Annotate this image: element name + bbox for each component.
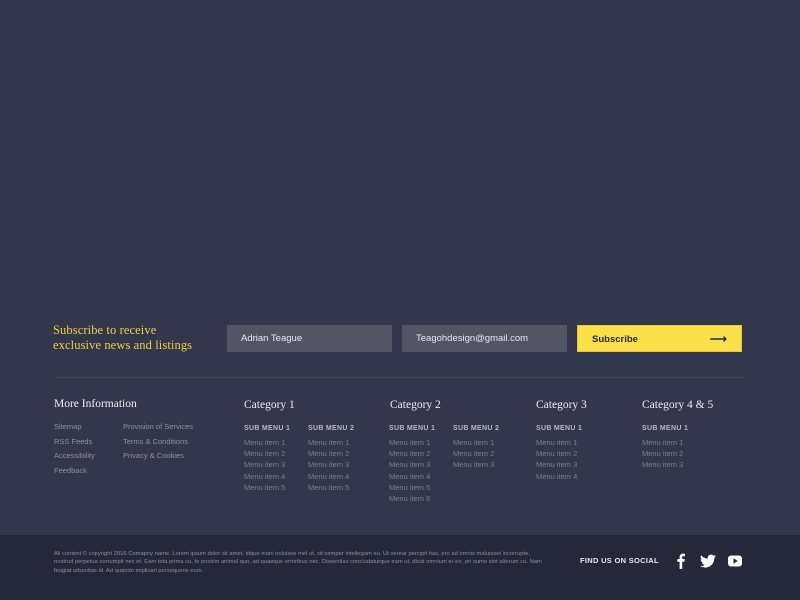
menu-item[interactable]: Menu item 1 bbox=[389, 437, 430, 448]
arrow-right-icon: ⟶ bbox=[709, 332, 727, 346]
subscribe-heading-line2: exclusive news and listings bbox=[53, 338, 193, 352]
category-2-submenu-2-list: Menu item 1 Menu item 2 Menu item 3 bbox=[453, 437, 494, 471]
menu-item[interactable]: Menu item 3 bbox=[389, 459, 430, 470]
category-2-submenu-1-list: Menu item 1 Menu item 2 Menu item 3 Menu… bbox=[389, 437, 430, 504]
category-1-submenu-2-list: Menu item 1 Menu item 2 Menu item 3 Menu… bbox=[308, 437, 349, 493]
category-3-submenu-1-list: Menu item 1 Menu item 2 Menu item 3 Menu… bbox=[536, 437, 577, 482]
menu-item[interactable]: Menu item 1 bbox=[453, 437, 494, 448]
menu-item[interactable]: Menu item 2 bbox=[308, 448, 349, 459]
menu-item[interactable]: Menu item 5 bbox=[308, 482, 349, 493]
menu-item[interactable]: Menu item 4 bbox=[244, 471, 285, 482]
link-privacy-cookies[interactable]: Privacy & Cookies bbox=[123, 449, 193, 464]
menu-item[interactable]: Menu item 5 bbox=[244, 482, 285, 493]
category-1-submenu-1-title: SUB MENU 1 bbox=[244, 425, 291, 432]
category-4-5-submenu-1-title: SUB MENU 1 bbox=[642, 425, 689, 432]
menu-item[interactable]: Menu item 1 bbox=[308, 437, 349, 448]
menu-item[interactable]: Menu item 4 bbox=[389, 471, 430, 482]
link-terms-conditions[interactable]: Terms & Conditions bbox=[123, 435, 193, 450]
more-information-title: More Information bbox=[54, 398, 137, 410]
category-2-title: Category 2 bbox=[390, 399, 441, 411]
category-1-submenu-2-title: SUB MENU 2 bbox=[308, 425, 355, 432]
menu-item[interactable]: Menu item 4 bbox=[536, 471, 577, 482]
social-label: FIND US ON SOCIAL bbox=[580, 556, 659, 565]
link-rss-feeds[interactable]: RSS Feeds bbox=[54, 435, 95, 450]
name-input[interactable] bbox=[227, 325, 392, 352]
category-4-5-submenu-1-list: Menu item 1 Menu item 2 Menu item 3 bbox=[642, 437, 683, 471]
menu-item[interactable]: Menu item 3 bbox=[308, 459, 349, 470]
subscribe-button[interactable]: Subscribe ⟶ bbox=[577, 325, 742, 352]
category-4-5-title: Category 4 & 5 bbox=[642, 399, 714, 411]
more-info-left-links: Sitemap RSS Feeds Accessibility Feedback bbox=[54, 420, 95, 478]
menu-item[interactable]: Menu item 2 bbox=[453, 448, 494, 459]
email-input[interactable] bbox=[402, 325, 567, 352]
menu-item[interactable]: Menu item 1 bbox=[642, 437, 683, 448]
subscribe-heading: Subscribe to receive exclusive news and … bbox=[53, 323, 192, 353]
twitter-icon[interactable] bbox=[700, 553, 716, 569]
menu-item[interactable]: Menu item 6 bbox=[389, 493, 430, 504]
link-provision-of-services[interactable]: Provision of Services bbox=[123, 420, 193, 435]
category-2-submenu-2-title: SUB MENU 2 bbox=[453, 425, 500, 432]
menu-item[interactable]: Menu item 3 bbox=[536, 459, 577, 470]
category-2-submenu-1-title: SUB MENU 1 bbox=[389, 425, 436, 432]
youtube-icon[interactable] bbox=[727, 553, 743, 569]
subscribe-section: Subscribe to receive exclusive news and … bbox=[53, 323, 743, 353]
category-3-submenu-1-title: SUB MENU 1 bbox=[536, 425, 583, 432]
footer-bottom-bar: All content © copyright 2016 Comapny nam… bbox=[0, 535, 800, 600]
menu-item[interactable]: Menu item 4 bbox=[308, 471, 349, 482]
menu-item[interactable]: Menu item 1 bbox=[536, 437, 577, 448]
menu-item[interactable]: Menu item 2 bbox=[389, 448, 430, 459]
facebook-icon[interactable] bbox=[673, 553, 689, 569]
category-1-submenu-1-list: Menu item 1 Menu item 2 Menu item 3 Menu… bbox=[244, 437, 285, 493]
menu-item[interactable]: Menu item 3 bbox=[244, 459, 285, 470]
menu-item[interactable]: Menu item 2 bbox=[244, 448, 285, 459]
menu-item[interactable]: Menu item 2 bbox=[536, 448, 577, 459]
menu-item[interactable]: Menu item 3 bbox=[642, 459, 683, 470]
menu-item[interactable]: Menu item 2 bbox=[642, 448, 683, 459]
menu-item[interactable]: Menu item 5 bbox=[389, 482, 430, 493]
more-info-right-links: Provision of Services Terms & Conditions… bbox=[123, 420, 193, 464]
menu-item[interactable]: Menu item 1 bbox=[244, 437, 285, 448]
link-feedback[interactable]: Feedback bbox=[54, 464, 95, 479]
section-divider bbox=[55, 377, 743, 378]
subscribe-button-label: Subscribe bbox=[592, 334, 638, 345]
subscribe-heading-line1: Subscribe to receive bbox=[53, 323, 157, 337]
link-accessibility[interactable]: Accessibility bbox=[54, 449, 95, 464]
category-1-title: Category 1 bbox=[244, 399, 295, 411]
link-sitemap[interactable]: Sitemap bbox=[54, 420, 95, 435]
copyright-text: All content © copyright 2016 Comapny nam… bbox=[54, 551, 542, 574]
category-3-title: Category 3 bbox=[536, 399, 587, 411]
menu-item[interactable]: Menu item 3 bbox=[453, 459, 494, 470]
